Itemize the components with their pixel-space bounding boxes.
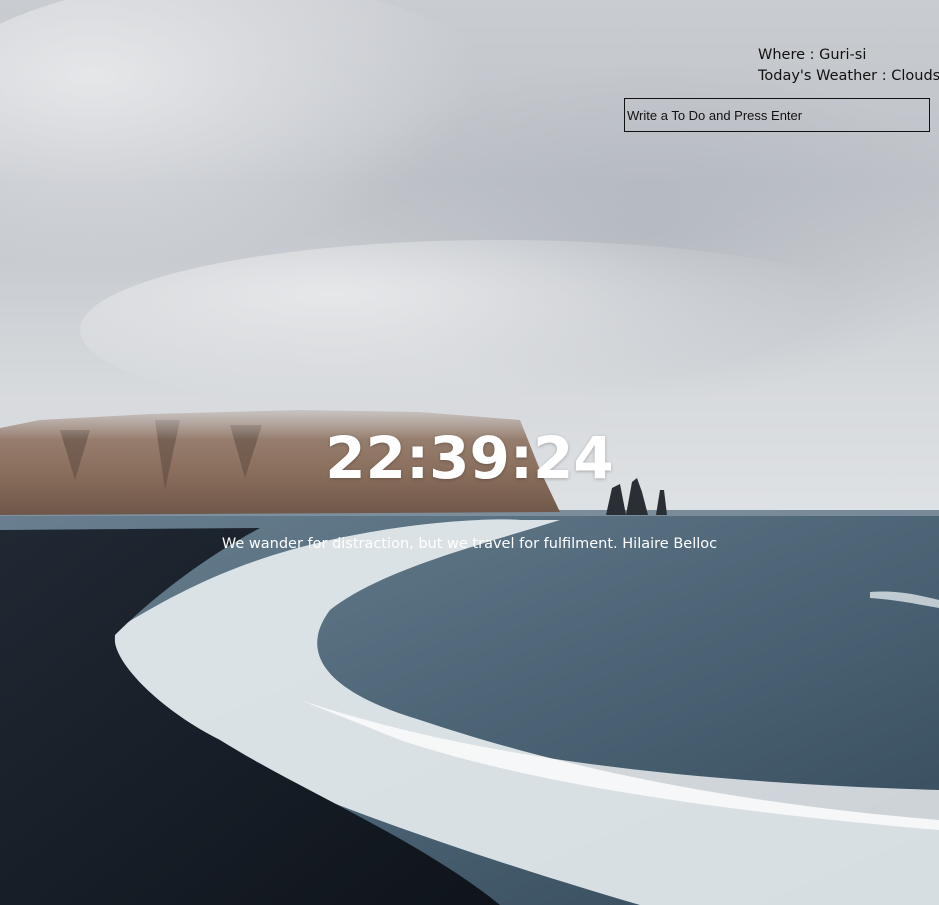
location-line: Where : Guri-si [758, 45, 939, 66]
quote-text: We wander for distraction, but we travel… [221, 536, 618, 552]
weather-condition: Clouds [891, 68, 939, 84]
weather-widget: Where : Guri-si Today's Weather : Clouds [758, 45, 939, 87]
location-value: Guri-si [819, 47, 867, 63]
quote-author: Hilaire Belloc [622, 536, 718, 552]
location-label: Where : [758, 47, 820, 63]
clock: 22:39:24 [325, 424, 614, 492]
todo-input[interactable] [624, 98, 930, 132]
weather-line: Today's Weather : Clouds [758, 66, 939, 87]
todo-form [624, 98, 930, 132]
quote: We wander for distraction, but we travel… [0, 534, 939, 554]
weather-label: Today's Weather : [758, 68, 892, 84]
